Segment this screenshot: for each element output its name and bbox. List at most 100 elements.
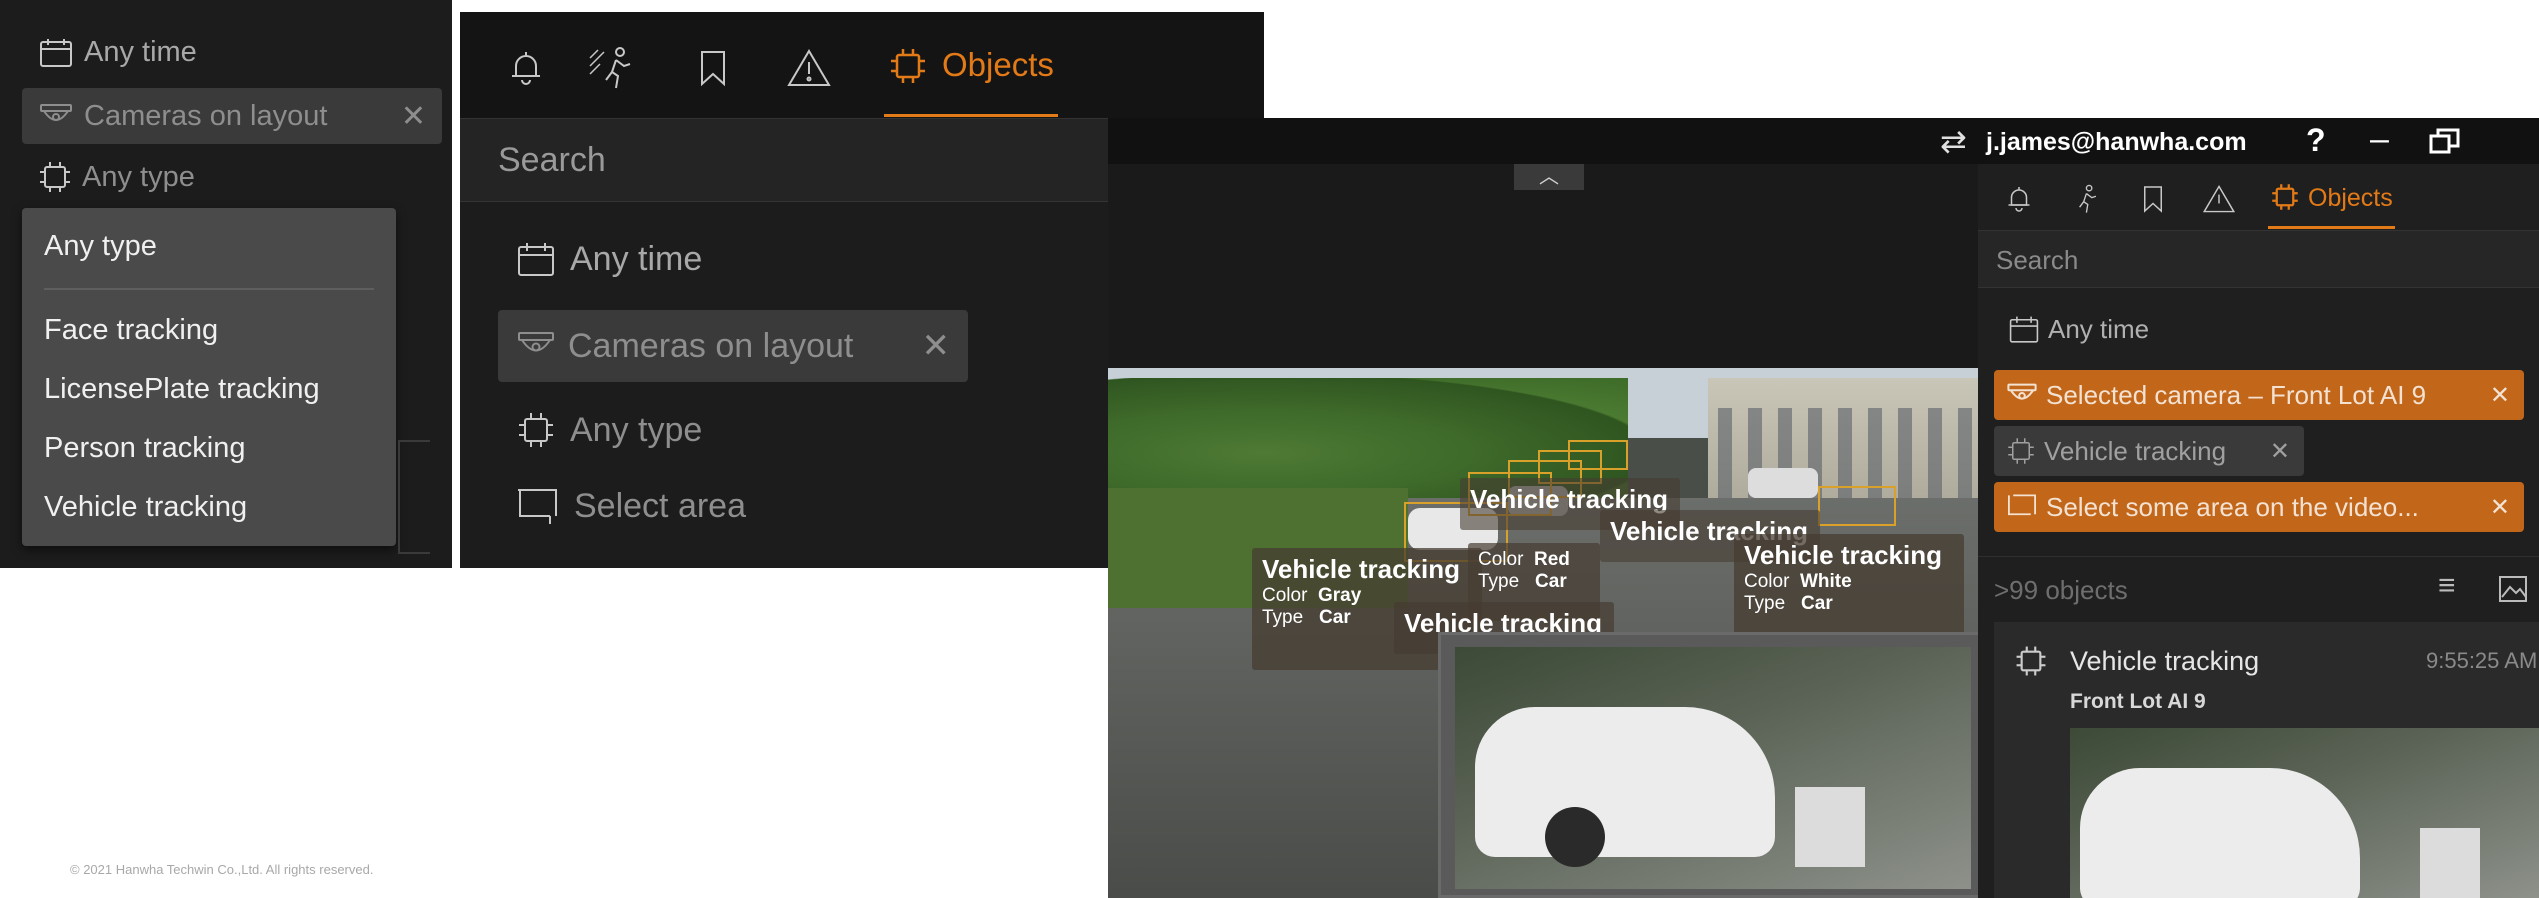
detection-box[interactable]	[1818, 486, 1896, 526]
any-time-label: Any time	[84, 36, 197, 68]
filter-panel-left: Any time Cameras on layout ✕ Any type An…	[0, 0, 452, 568]
tab-bar: Objects	[460, 12, 1264, 118]
tab-objects-label: Objects	[942, 46, 1054, 83]
dropdown-option-person[interactable]: Person tracking	[44, 432, 246, 465]
select-area-chip-label: Select some area on the video...	[2046, 491, 2419, 522]
dropdown-selected-option[interactable]: Any type	[44, 230, 157, 263]
detection-box[interactable]	[1568, 440, 1628, 470]
sidebar-search-placeholder: Search	[1996, 245, 2079, 275]
select-area-icon	[2008, 494, 2036, 516]
minimize-button[interactable]: –	[2370, 120, 2389, 159]
results-count: >99 objects	[1994, 575, 2128, 605]
bookmark-icon[interactable]	[696, 48, 730, 88]
chip-icon	[2008, 438, 2034, 464]
chip-icon	[2272, 184, 2298, 210]
tab-objects[interactable]: Objects	[884, 40, 1058, 117]
thumbnail-sign	[2420, 828, 2480, 898]
vehicle-label-color: Color Red	[1478, 549, 1570, 570]
bell-icon[interactable]	[2004, 184, 2034, 214]
result-camera: Front Lot AI 9	[2070, 690, 2206, 713]
close-icon[interactable]: ✕	[401, 99, 426, 134]
sidebar-tab-bar: Objects	[1978, 164, 2539, 229]
select-area-chip[interactable]: Select some area on the video... ✕	[1994, 482, 2524, 532]
select-area-label: Select area	[574, 486, 746, 525]
any-time-filter[interactable]: Any time	[38, 36, 197, 69]
close-icon[interactable]: ✕	[2490, 493, 2510, 522]
collapse-handle[interactable]: ︿	[1514, 164, 1584, 190]
vehicle-tracking-chip[interactable]: Vehicle tracking ✕	[1994, 426, 2304, 476]
sidebar-search-field[interactable]: Search	[1978, 230, 2539, 288]
cameras-on-layout-label: Cameras on layout	[84, 99, 328, 132]
any-time-label: Any time	[570, 240, 703, 278]
right-sidebar: Objects Search Any time Selected camera …	[1978, 164, 2539, 898]
background-device-outline	[398, 440, 430, 554]
close-icon[interactable]: ✕	[2270, 437, 2290, 466]
cameras-on-layout-chip[interactable]: Cameras on layout ✕	[498, 310, 968, 382]
vehicle-label-type: Type Car	[1744, 593, 1833, 614]
any-type-filter[interactable]: Any type	[516, 410, 702, 450]
motion-person-icon[interactable]	[2066, 184, 2100, 214]
calendar-icon	[518, 242, 554, 276]
thumbnail-preview	[1438, 632, 1986, 898]
vehicle-label-title: Vehicle tracking	[1744, 540, 1942, 570]
title-bar: ⇄ j.james@hanwha.com ? –	[1108, 118, 2539, 164]
bell-icon[interactable]	[506, 48, 546, 88]
type-dropdown: Any type Face tracking LicensePlate trac…	[22, 208, 396, 546]
warning-icon[interactable]	[2202, 184, 2236, 214]
sidebar-tab-objects[interactable]: Objects	[2268, 178, 2395, 229]
result-card[interactable]: Vehicle tracking 9:55:25 AM Front Lot AI…	[1994, 622, 2539, 898]
result-time: 9:55:25 AM	[2426, 648, 2538, 673]
preview-wheel	[1545, 807, 1605, 867]
chip-icon	[519, 413, 553, 447]
search-placeholder: Search	[498, 141, 606, 179]
camera-icon	[518, 332, 554, 352]
camera-icon	[2007, 383, 2037, 400]
dropdown-option-face[interactable]: Face tracking	[44, 314, 218, 347]
copyright-footer: © 2021 Hanwha Techwin Co.,Ltd. All right…	[70, 862, 374, 877]
vehicle-label-color: Color White	[1744, 571, 1852, 592]
sidebar-any-time-filter[interactable]: Any time	[2008, 314, 2149, 345]
bookmark-icon[interactable]	[2140, 184, 2166, 214]
preview-image	[1455, 647, 1971, 889]
scene-car	[1748, 468, 1818, 498]
motion-person-icon[interactable]	[586, 46, 636, 90]
selected-camera-chip[interactable]: Selected camera – Front Lot AI 9 ✕	[1994, 370, 2524, 420]
select-area-filter[interactable]: Select area	[516, 486, 746, 526]
chip-icon	[2016, 646, 2046, 676]
any-type-label: Any type	[82, 160, 195, 193]
dropdown-option-licenseplate[interactable]: LicensePlate tracking	[44, 373, 320, 406]
dropdown-divider	[44, 288, 374, 290]
preview-car	[1475, 707, 1775, 857]
account-email[interactable]: j.james@hanwha.com	[1986, 128, 2247, 157]
dropdown-option-vehicle[interactable]: Vehicle tracking	[44, 491, 247, 524]
result-thumbnail[interactable]	[2070, 728, 2539, 898]
close-icon[interactable]: ✕	[2490, 381, 2510, 410]
sidebar-any-time-label: Any time	[2048, 314, 2150, 344]
sidebar-tab-objects-label: Objects	[2308, 184, 2393, 212]
preview-sign	[1795, 787, 1865, 867]
warning-icon[interactable]	[786, 48, 832, 88]
calendar-icon	[40, 38, 72, 67]
any-type-filter[interactable]: Any type	[38, 160, 195, 194]
vehicle-label-title: Vehicle tracking	[1262, 554, 1460, 584]
cameras-on-layout-chip[interactable]: Cameras on layout ✕	[22, 88, 442, 144]
calendar-icon	[2009, 316, 2039, 343]
vehicle-tracking-chip-label: Vehicle tracking	[2044, 435, 2227, 466]
any-time-filter[interactable]: Any time	[516, 240, 702, 279]
chip-icon	[891, 49, 925, 83]
results-header: >99 objects ≡	[1978, 556, 2539, 619]
close-icon[interactable]: ✕	[922, 326, 951, 366]
selected-camera-label: Selected camera – Front Lot AI 9	[2046, 379, 2427, 410]
chip-icon	[40, 162, 70, 192]
any-type-label: Any type	[570, 410, 703, 449]
restore-icon[interactable]	[2428, 126, 2462, 156]
camera-icon	[40, 104, 72, 121]
switch-account-icon[interactable]: ⇄	[1940, 122, 1967, 160]
thumbnail-car	[2080, 768, 2360, 898]
cameras-on-layout-label: Cameras on layout	[568, 326, 854, 365]
result-title: Vehicle tracking	[2070, 646, 2260, 676]
select-area-icon	[518, 489, 557, 524]
image-view-icon[interactable]	[2498, 575, 2528, 603]
list-view-icon[interactable]: ≡	[2438, 569, 2456, 603]
help-button[interactable]: ?	[2306, 122, 2326, 159]
